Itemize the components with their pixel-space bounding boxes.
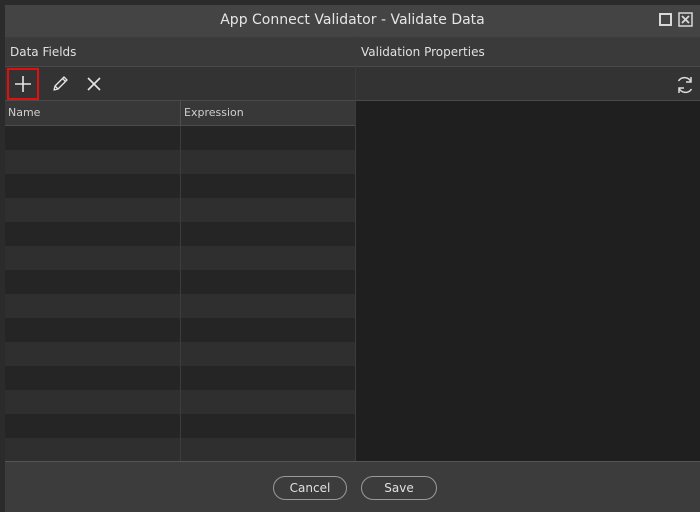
pencil-icon: [53, 76, 68, 91]
validate-data-dialog: App Connect Validator - Validate Data Da…: [5, 5, 700, 512]
refresh-icon: [677, 76, 693, 94]
cancel-button[interactable]: Cancel: [273, 476, 347, 500]
fields-table-header: Name Expression: [5, 101, 355, 126]
column-divider[interactable]: [180, 101, 181, 125]
column-header-expression[interactable]: Expression: [184, 106, 244, 119]
close-icon: [678, 12, 693, 27]
data-fields-toolbar: [5, 67, 355, 101]
validation-properties-title: Validation Properties: [361, 45, 485, 59]
dialog-footer: Cancel Save: [5, 461, 700, 512]
column-header-name[interactable]: Name: [8, 106, 40, 119]
plus-icon: [15, 76, 31, 92]
window-title: App Connect Validator - Validate Data: [220, 12, 485, 28]
title-bar[interactable]: App Connect Validator - Validate Data: [5, 5, 700, 37]
validation-properties-panel: Validation Properties: [356, 38, 700, 461]
add-field-button[interactable]: [7, 68, 39, 100]
data-fields-header: Data Fields: [5, 38, 355, 67]
maximize-icon: [659, 13, 672, 26]
validation-properties-header: Validation Properties: [356, 38, 700, 67]
data-fields-panel: Data Fields Name Expression: [5, 38, 355, 461]
validation-properties-toolbar: [356, 67, 700, 101]
close-button[interactable]: [678, 12, 693, 27]
delete-field-button[interactable]: [78, 68, 110, 100]
data-fields-title: Data Fields: [10, 45, 77, 59]
save-button[interactable]: Save: [361, 476, 437, 500]
maximize-button[interactable]: [658, 12, 673, 27]
edit-field-button[interactable]: [44, 68, 76, 100]
column-divider-body: [180, 126, 181, 461]
refresh-button[interactable]: [668, 68, 700, 100]
x-icon: [87, 77, 101, 91]
